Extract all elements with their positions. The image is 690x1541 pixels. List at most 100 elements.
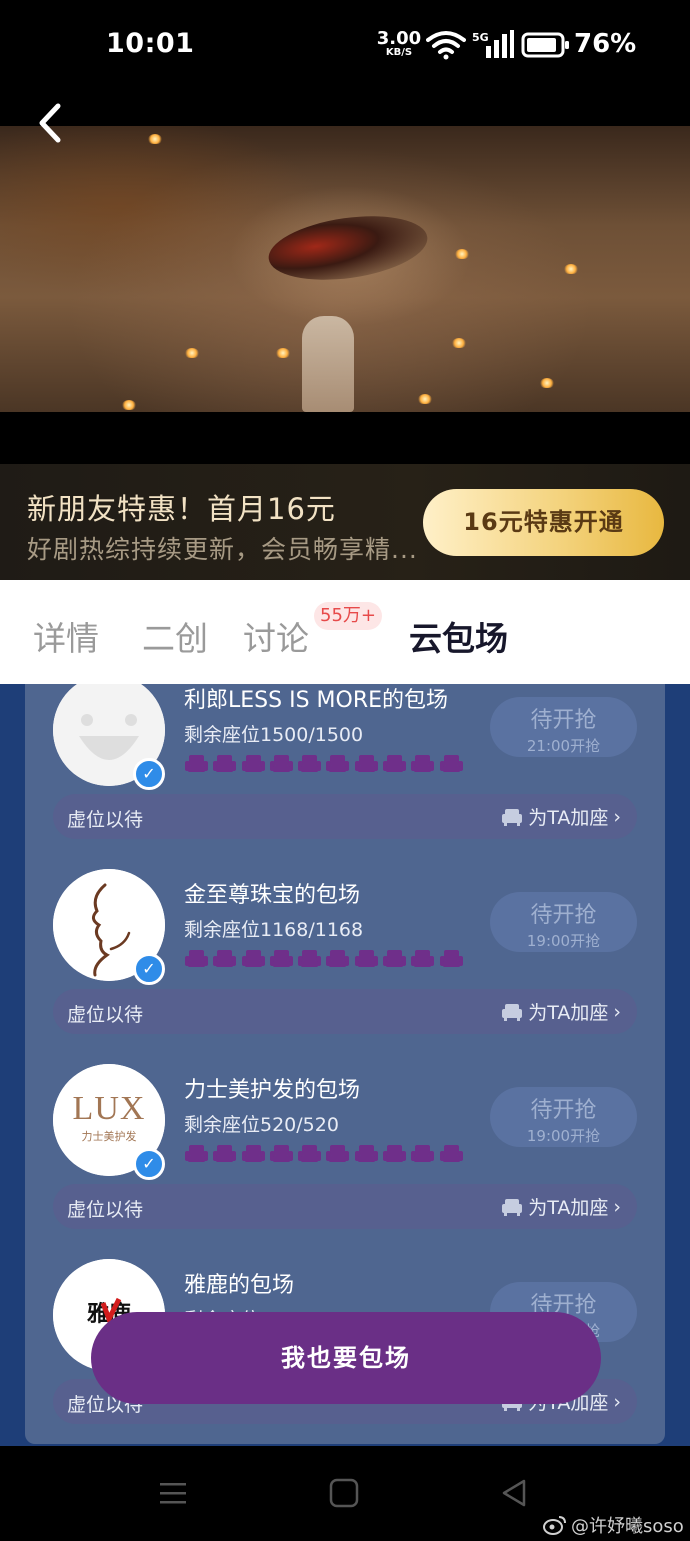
dragon-shape	[264, 207, 432, 289]
promo-subscribe-button[interactable]: 16元特惠开通	[423, 489, 664, 556]
grab-status: 待开抢	[530, 903, 597, 928]
fire-spark	[455, 249, 469, 259]
chevron-right-icon: ›	[613, 1195, 621, 1218]
screening-card[interactable]: LUX 力士美护发 ✓ 力士美护发的包场 剩余座位520/520 待开抢 19:…	[25, 1064, 665, 1259]
network-type: 5G	[472, 31, 489, 44]
tab-cloud-screening[interactable]: 云包场	[409, 612, 508, 660]
fire-spark	[276, 348, 290, 358]
screening-title: 雅鹿的包场	[184, 1273, 295, 1298]
add-seat-link[interactable]: 为TA加座 ›	[501, 1193, 621, 1220]
screening-title: 力士美护发的包场	[184, 1078, 361, 1103]
book-screening-button[interactable]: 我也要包场	[91, 1312, 601, 1404]
seat-icon	[241, 950, 265, 967]
pending-grab-button[interactable]: 待开抢 19:00开抢	[490, 1087, 637, 1147]
virtual-seat-label: 虚位以待	[67, 809, 144, 831]
screening-card[interactable]: ✓ 利郎LESS IS MORE的包场 剩余座位1500/1500 待开抢 21…	[25, 684, 665, 869]
grab-time: 21:00开抢	[526, 737, 601, 755]
screening-title: 金至尊珠宝的包场	[184, 883, 361, 908]
seat-icon	[241, 1145, 265, 1162]
seat-icon	[185, 950, 208, 967]
seat-icon	[213, 755, 237, 772]
watermark-text: @许妤曦soso	[571, 1516, 684, 1537]
screening-title: 利郎LESS IS MORE的包场	[184, 688, 449, 713]
pending-grab-button[interactable]: 待开抢 19:00开抢	[490, 892, 637, 952]
status-time: 10:01	[106, 28, 195, 59]
lux-logo-text: LUX	[73, 1090, 146, 1127]
net-speed: 3.00 KB/S	[376, 30, 422, 58]
add-seat-label: 为TA加座	[528, 1002, 609, 1024]
seat-icon	[411, 950, 435, 967]
seat-icons-row	[185, 754, 463, 774]
verified-badge-icon: ✓	[133, 953, 165, 985]
seat-icon	[439, 950, 463, 967]
seat-icon	[411, 755, 435, 772]
promo-title: 新朋友特惠！首月16元	[27, 492, 336, 526]
video-frame	[0, 126, 690, 412]
net-speed-unit: KB/S	[385, 47, 413, 58]
back-triangle-icon[interactable]	[500, 1478, 530, 1508]
seat-icon	[354, 950, 378, 967]
seat-icon	[213, 1145, 237, 1162]
add-seat-label: 为TA加座	[528, 1197, 609, 1219]
chevron-right-icon: ›	[613, 805, 621, 828]
grab-status: 待开抢	[530, 1098, 597, 1123]
seat-icon	[269, 950, 293, 967]
tab-discussion[interactable]: 讨论	[243, 612, 309, 660]
battery-icon	[521, 32, 569, 58]
seat-icon	[213, 950, 237, 967]
sofa-icon	[502, 1003, 523, 1021]
remaining-seats: 剩余座位1168/1168	[184, 919, 364, 941]
add-seat-label: 为TA加座	[528, 807, 609, 829]
seat-icon	[326, 755, 350, 772]
seat-icons-row	[185, 949, 463, 969]
remaining-seats: 剩余座位520/520	[184, 1114, 339, 1136]
home-icon[interactable]	[329, 1478, 359, 1508]
seat-icon	[298, 755, 322, 772]
screening-card[interactable]: ✓ 金至尊珠宝的包场 剩余座位1168/1168 待开抢 19:00开抢 虚位以…	[25, 869, 665, 1064]
battery-percent: 76%	[574, 29, 637, 59]
fire-spark	[185, 348, 199, 358]
discussion-count-badge: 55万+	[314, 602, 382, 630]
virtual-seat-label: 虚位以待	[67, 1004, 144, 1026]
seat-icons-row	[185, 1144, 463, 1164]
status-bar: 10:01 3.00 KB/S 5G 76%	[0, 0, 690, 90]
virtual-seat-bar[interactable]: 虚位以待 为TA加座 ›	[53, 1184, 637, 1229]
seat-icon	[326, 1145, 350, 1162]
add-seat-link[interactable]: 为TA加座 ›	[501, 998, 621, 1025]
add-seat-link[interactable]: 为TA加座 ›	[501, 803, 621, 830]
verified-badge-icon: ✓	[133, 758, 165, 790]
chevron-right-icon: ›	[613, 1390, 621, 1413]
app-screen: 10:01 3.00 KB/S 5G 76% 新朋友特惠！首月16元 好剧热综持…	[0, 0, 690, 1541]
verified-badge-icon: ✓	[133, 1148, 165, 1180]
net-speed-value: 3.00	[376, 28, 422, 49]
virtual-seat-bar[interactable]: 虚位以待 为TA加座 ›	[53, 794, 637, 839]
grab-time: 19:00开抢	[526, 932, 601, 950]
seat-icon	[439, 1145, 463, 1162]
remaining-seats: 剩余座位1500/1500	[184, 724, 364, 746]
seat-icon	[383, 755, 407, 772]
fire-spark	[148, 134, 162, 144]
tab-remix[interactable]: 二创	[142, 612, 208, 660]
virtual-seat-bar[interactable]: 虚位以待 为TA加座 ›	[53, 989, 637, 1034]
wifi-icon	[426, 31, 466, 60]
seat-icon	[411, 1145, 435, 1162]
tab-details[interactable]: 详情	[33, 612, 99, 660]
figure-shape	[302, 316, 354, 412]
seat-icon	[354, 755, 378, 772]
seat-icon	[269, 755, 293, 772]
grab-time: 19:00开抢	[526, 1127, 601, 1145]
back-arrow-icon[interactable]	[30, 100, 70, 146]
grab-status: 待开抢	[530, 708, 597, 733]
weibo-watermark: @许妤曦soso	[543, 1512, 684, 1538]
signal-5g-icon: 5G	[472, 30, 514, 58]
fire-spark	[540, 378, 554, 388]
tab-bar	[0, 580, 690, 684]
seat-icon	[326, 950, 350, 967]
seat-icon	[185, 1145, 208, 1162]
virtual-seat-label: 虚位以待	[67, 1199, 144, 1221]
menu-icon[interactable]	[158, 1478, 188, 1508]
seat-icon	[298, 1145, 322, 1162]
pending-grab-button[interactable]: 待开抢 21:00开抢	[490, 697, 637, 757]
lux-logo-sub: 力士美护发	[82, 1129, 137, 1143]
seat-icon	[383, 1145, 407, 1162]
